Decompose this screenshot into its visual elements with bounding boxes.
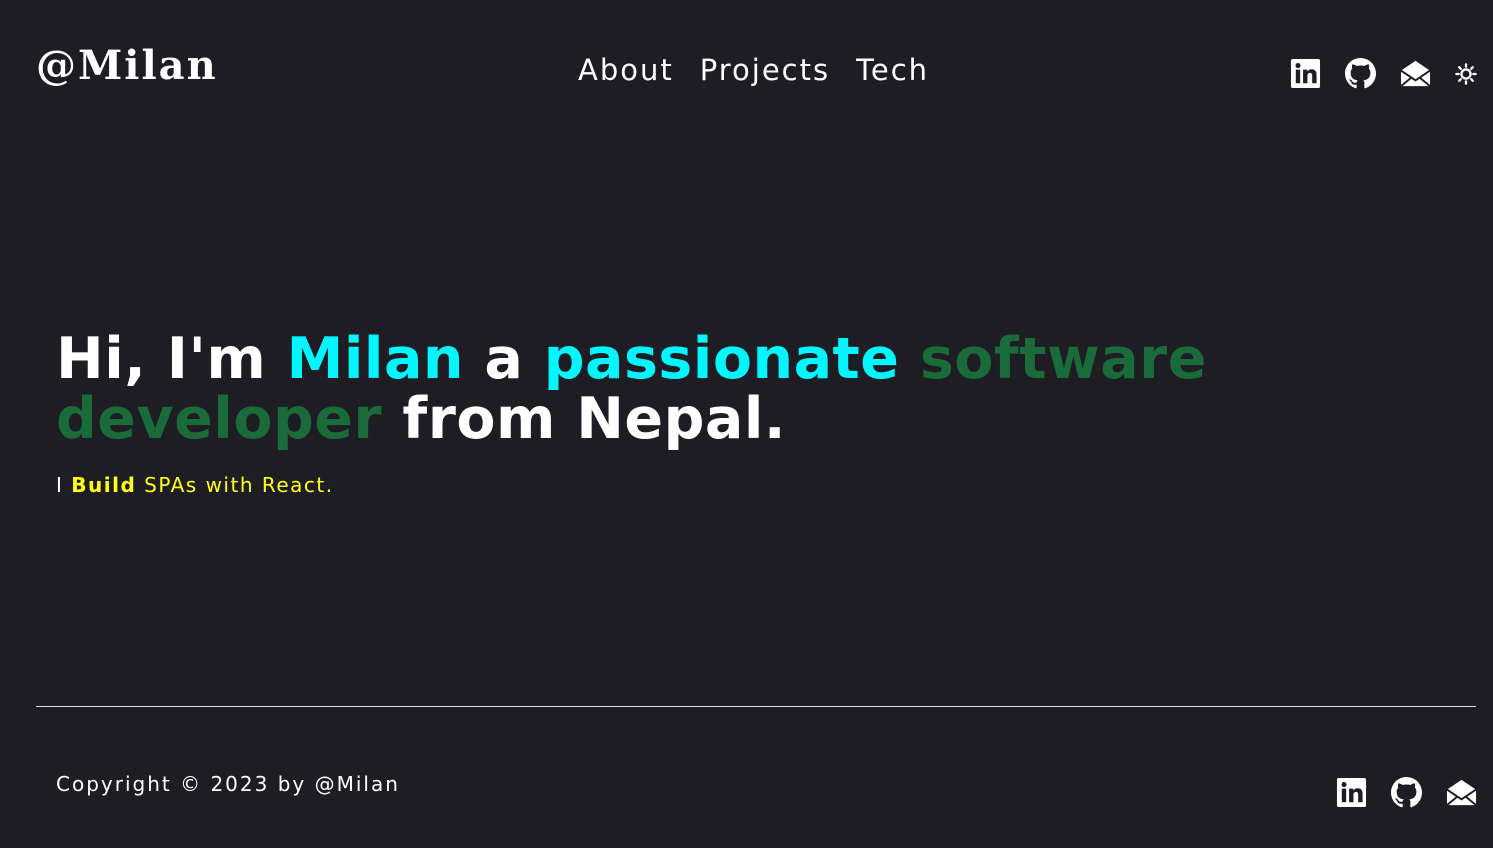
mail-icon[interactable] (1446, 777, 1477, 808)
site-header: @Milan About Projects Tech (0, 0, 1493, 140)
subtitle-emphasis: Build (71, 473, 137, 497)
hero-origin: from Nepal. (402, 386, 787, 452)
footer-divider (36, 706, 1476, 707)
hero-greeting: Hi, I'm (56, 326, 267, 392)
hero-subtitle: I Build SPAs with React. (56, 471, 1256, 499)
hero-article: a (484, 326, 524, 392)
copyright-text: Copyright © 2023 by @Milan (56, 772, 400, 796)
footer-social-links (1336, 777, 1477, 808)
nav-link-tech[interactable]: Tech (856, 50, 929, 90)
hero-headline: Hi, I'm Milan a passionate software deve… (56, 329, 1256, 449)
nav-link-projects[interactable]: Projects (700, 50, 830, 90)
main-nav: About Projects Tech (578, 50, 929, 90)
subtitle-rest: SPAs with React. (144, 473, 334, 497)
subtitle-lead: I (56, 473, 64, 497)
site-logo[interactable]: @Milan (36, 38, 218, 94)
header-social-links (1290, 58, 1477, 89)
github-icon[interactable] (1345, 58, 1376, 89)
hero-passionate: passionate (543, 326, 900, 392)
linkedin-icon[interactable] (1290, 58, 1321, 89)
hero-section: Hi, I'm Milan a passionate software deve… (56, 329, 1256, 499)
mail-icon[interactable] (1400, 58, 1431, 89)
github-icon[interactable] (1391, 777, 1422, 808)
hero-name: Milan (286, 326, 464, 392)
linkedin-icon[interactable] (1336, 777, 1367, 808)
sun-icon[interactable] (1455, 62, 1477, 85)
nav-link-about[interactable]: About (578, 50, 674, 90)
